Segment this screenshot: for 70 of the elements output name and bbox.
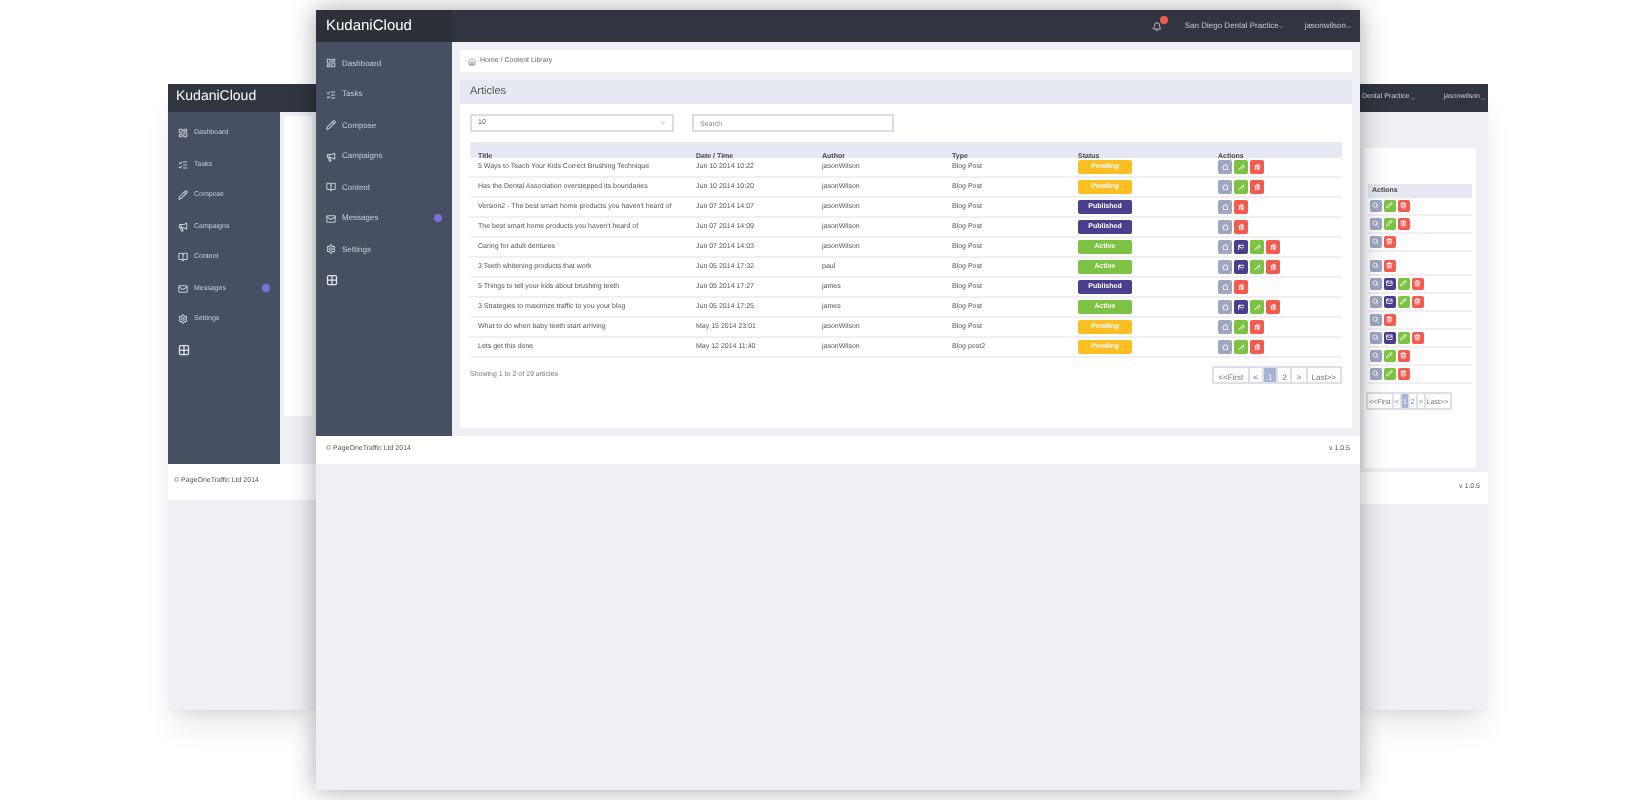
message-button[interactable] (1384, 296, 1396, 308)
edit-button[interactable] (1234, 180, 1248, 194)
view-button[interactable] (1218, 200, 1232, 214)
dashboard-icon (178, 128, 188, 139)
edit-button[interactable] (1384, 350, 1396, 362)
pencil-icon (1237, 343, 1245, 351)
mail-icon (1386, 280, 1394, 288)
list-icon (178, 159, 188, 170)
settings-icon (178, 314, 188, 325)
home-icon (468, 57, 476, 65)
grid-icon (326, 274, 338, 287)
delete-button[interactable] (1234, 280, 1248, 294)
delete-button[interactable] (1266, 240, 1280, 254)
mail-icon (1386, 334, 1394, 342)
book-icon (326, 182, 336, 193)
view-button[interactable] (1218, 320, 1232, 334)
book-icon (178, 252, 188, 263)
edit-button[interactable] (1384, 368, 1396, 380)
bell-icon (1152, 21, 1163, 31)
megaphone-icon (326, 151, 336, 162)
pencil-icon (1400, 280, 1408, 288)
delete-button[interactable] (1234, 220, 1248, 234)
pencil-icon (1237, 323, 1245, 331)
pencil-icon (1253, 303, 1261, 311)
settings-icon (326, 244, 336, 255)
pencil-icon (1253, 243, 1261, 251)
view-button[interactable] (1218, 340, 1232, 354)
edit-button[interactable] (1234, 340, 1248, 354)
pencil-icon (326, 120, 336, 131)
delete-button[interactable] (1250, 340, 1264, 354)
delete-button[interactable] (1266, 260, 1280, 274)
pencil-icon (1386, 220, 1394, 228)
megaphone-icon (178, 221, 188, 232)
pencil-icon (1400, 334, 1408, 342)
edit-button[interactable] (1384, 218, 1396, 230)
delete-button[interactable] (1234, 200, 1248, 214)
edit-button[interactable] (1384, 200, 1396, 212)
delete-button[interactable] (1250, 160, 1264, 174)
message-button[interactable] (1234, 260, 1248, 274)
pencil-icon (1237, 183, 1245, 191)
pencil-icon (178, 190, 188, 201)
mail-icon (1237, 263, 1245, 271)
mail-icon (1237, 303, 1245, 311)
edit-button[interactable] (1234, 320, 1248, 334)
pencil-icon (1400, 298, 1408, 306)
dashboard-icon (326, 58, 336, 69)
view-button[interactable] (1218, 160, 1232, 174)
message-button[interactable] (1234, 240, 1248, 254)
list-icon (326, 89, 336, 100)
view-button[interactable] (1218, 280, 1232, 294)
message-button[interactable] (1384, 278, 1396, 290)
delete-button[interactable] (1250, 320, 1264, 334)
view-button[interactable] (1218, 180, 1232, 194)
pencil-icon (1237, 163, 1245, 171)
message-button[interactable] (1234, 300, 1248, 314)
pencil-icon (1386, 370, 1394, 378)
mail-icon (178, 283, 188, 294)
view-button[interactable] (1218, 220, 1232, 234)
notification-button[interactable] (1150, 19, 1165, 33)
delete-button[interactable] (1250, 180, 1264, 194)
grid-icon (178, 344, 190, 357)
mail-icon (326, 213, 336, 224)
mail-icon (1386, 298, 1394, 306)
pencil-icon (1386, 202, 1394, 210)
delete-button[interactable] (1266, 300, 1280, 314)
mail-icon (1237, 243, 1245, 251)
edit-button[interactable] (1234, 160, 1248, 174)
pencil-icon (1386, 352, 1394, 360)
pencil-icon (1253, 263, 1261, 271)
message-button[interactable] (1384, 332, 1396, 344)
